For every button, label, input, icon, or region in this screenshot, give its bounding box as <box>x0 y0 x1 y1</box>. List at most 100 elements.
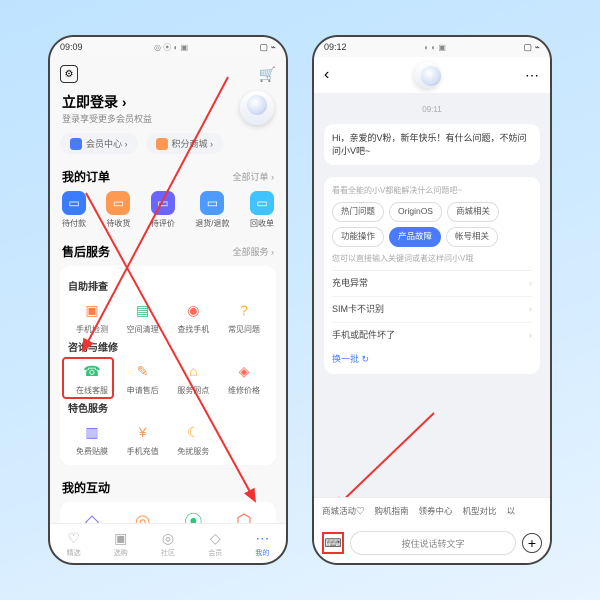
points-mall-pill[interactable]: 积分商城 › <box>146 133 224 154</box>
orders-title: 我的订单 <box>62 168 110 185</box>
status-bar: 09:12 ◐ ◐ ▣ ▢ ⌁ <box>314 37 550 57</box>
bot-avatar-icon <box>414 62 440 88</box>
group1-label: 自助排查 <box>68 278 268 293</box>
chip-5[interactable]: 帐号相关 <box>446 227 498 247</box>
svc-g1-2[interactable]: ◉查找手机 <box>169 299 217 335</box>
login-block[interactable]: 立即登录 › 登录享受更多会员权益 <box>50 87 286 125</box>
svc-g1-0[interactable]: ▣手机检测 <box>68 299 116 335</box>
suggest-2[interactable]: 领券中心 <box>419 505 453 517</box>
status-time: 09:09 <box>60 42 83 52</box>
chat-scroll[interactable]: 09:11 Hi，亲爱的V粉，新年快乐！有什么问题，不妨问问小V吧~ 看看全能的… <box>314 93 550 497</box>
svc-g3-0[interactable]: ▥免费贴膜 <box>68 421 116 457</box>
order-icon: ▭ <box>250 191 274 215</box>
header-row: ⚙ 🛒 <box>50 57 286 87</box>
service-icon: ◈ <box>233 360 255 382</box>
service-icon: ▣ <box>81 299 103 321</box>
chat-timestamp: 09:11 <box>324 105 540 114</box>
faq-item-2[interactable]: 手机或配件坏了› <box>332 322 532 348</box>
svc-g1-1[interactable]: ▤空间清理 <box>119 299 167 335</box>
suggest-3[interactable]: 机型对比 <box>463 505 497 517</box>
suggest-0[interactable]: 商城活动♡ <box>322 505 365 517</box>
order-0[interactable]: ▭待付款 <box>62 191 86 229</box>
nav-社区[interactable]: ◎社区 <box>144 524 191 563</box>
suggest-1[interactable]: 购机指南 <box>375 505 409 517</box>
nav-我的[interactable]: ⋯我的 <box>239 524 286 563</box>
order-icon: ▭ <box>62 191 86 215</box>
status-icons-left: ◎ ⦿ ◐ ▣ <box>154 42 188 53</box>
greeting-bubble: Hi，亲爱的V粉，新年快乐！有什么问题，不妨问问小V吧~ <box>324 124 540 165</box>
faq-item-1[interactable]: SIM卡不识别› <box>332 296 532 322</box>
order-2[interactable]: ▭待评价 <box>151 191 175 229</box>
svc-g2-0[interactable]: ☎在线客服 <box>68 360 116 396</box>
chip-2[interactable]: 商城相关 <box>447 202 499 222</box>
svc-g3-1[interactable]: ¥手机充值 <box>119 421 167 457</box>
order-1[interactable]: ▭待收货 <box>106 191 130 229</box>
right-phone: 09:12 ◐ ◐ ▣ ▢ ⌁ ‹ ⋯ 09:11 Hi，亲爱的V粉，新年快乐！… <box>312 35 552 565</box>
chat-header: ‹ ⋯ <box>314 57 550 93</box>
service-icon: ▥ <box>81 421 103 443</box>
faq-item-0[interactable]: 充电异常› <box>332 270 532 296</box>
svc-g1-3[interactable]: ?常见问题 <box>220 299 268 335</box>
settings-icon[interactable]: ⚙ <box>60 65 78 83</box>
all-orders-link[interactable]: 全部订单 › <box>233 170 275 183</box>
member-center-pill[interactable]: 会员中心 › <box>60 133 138 154</box>
status-icons-left: ◐ ◐ ▣ <box>424 43 446 52</box>
nav-精选[interactable]: ♡精选 <box>50 524 97 563</box>
interact-icon: ◇ <box>81 510 103 523</box>
service-icon: ✎ <box>132 360 154 382</box>
suggestion-bar[interactable]: 商城活动♡ 购机指南领券中心机型对比以 <box>314 497 550 523</box>
cat-header: 看看全能的小V都能解决什么问题吧~ <box>332 185 532 196</box>
login-title: 立即登录 › <box>62 92 152 112</box>
more-icon[interactable]: ⋯ <box>525 67 540 84</box>
pill-row: 会员中心 › 积分商城 › <box>50 125 286 162</box>
chat-hint: 您可以直接输入关键词或者这样问小V哦 <box>332 253 532 264</box>
status-right: ▢ ⌁ <box>260 42 276 53</box>
chip-3[interactable]: 功能操作 <box>332 227 384 247</box>
svc-g2-1[interactable]: ✎申请售后 <box>119 360 167 396</box>
status-time: 09:12 <box>324 42 347 52</box>
chip-1[interactable]: OriginOS <box>389 202 442 222</box>
interact-icon: ⦿ <box>182 510 204 523</box>
status-bar: 09:09 ◎ ⦿ ◐ ▣ ▢ ⌁ <box>50 37 286 57</box>
chip-0[interactable]: 热门问题 <box>332 202 384 222</box>
chevron-right-icon: › <box>529 303 532 316</box>
avatar-icon[interactable] <box>240 91 274 125</box>
category-bubble: 看看全能的小V都能解决什么问题吧~ 热门问题OriginOS商城相关功能操作产品… <box>324 177 540 374</box>
interact-2[interactable]: ⦿ <box>169 510 217 523</box>
group3-label: 特色服务 <box>68 400 268 415</box>
svc-g2-3[interactable]: ◈维修价格 <box>220 360 268 396</box>
keyboard-icon[interactable]: ⌨ <box>322 532 344 554</box>
main-scroll[interactable]: ⚙ 🛒 立即登录 › 登录享受更多会员权益 会员中心 › 积分商城 › 我的订单… <box>50 57 286 523</box>
bottom-nav: ♡精选▣选购◎社区◇会员⋯我的 <box>50 523 286 563</box>
service-icon: ☾ <box>182 421 204 443</box>
chevron-right-icon: › <box>529 329 532 342</box>
chevron-right-icon: › <box>529 277 532 290</box>
interact-icon: ◎ <box>132 510 154 523</box>
points-icon <box>156 138 168 150</box>
nav-icon: ▣ <box>112 529 130 547</box>
nav-会员[interactable]: ◇会员 <box>192 524 239 563</box>
all-services-link[interactable]: 全部服务 › <box>233 245 275 258</box>
suggest-4[interactable]: 以 <box>507 505 516 517</box>
group2-label: 咨询与维修 <box>68 339 268 354</box>
svc-g2-2[interactable]: ⌂服务网点 <box>169 360 217 396</box>
interact-3[interactable]: ⬡ <box>220 510 268 523</box>
cart-icon[interactable]: 🛒 <box>259 66 276 83</box>
interact-0[interactable]: ◇ <box>68 510 116 523</box>
interact-1[interactable]: ◎ <box>119 510 167 523</box>
service-icon: ⌂ <box>182 360 204 382</box>
refresh-button[interactable]: 换一批 ↻ <box>332 353 532 366</box>
chip-4[interactable]: 产品故障 <box>389 227 441 247</box>
plus-icon[interactable]: + <box>522 533 542 553</box>
left-phone: 09:09 ◎ ⦿ ◐ ▣ ▢ ⌁ ⚙ 🛒 立即登录 › 登录享受更多会员权益 … <box>48 35 288 565</box>
interact-icon: ⬡ <box>233 510 255 523</box>
interact-title: 我的互动 <box>62 479 110 496</box>
order-3[interactable]: ▭退货/退款 <box>195 191 229 229</box>
member-icon <box>70 138 82 150</box>
order-4[interactable]: ▭回收单 <box>250 191 274 229</box>
svc-g3-2[interactable]: ☾免扰服务 <box>169 421 217 457</box>
nav-选购[interactable]: ▣选购 <box>97 524 144 563</box>
voice-input[interactable]: 按住说话转文字 <box>350 531 516 555</box>
nav-icon: ◎ <box>159 529 177 547</box>
back-icon[interactable]: ‹ <box>324 66 329 84</box>
